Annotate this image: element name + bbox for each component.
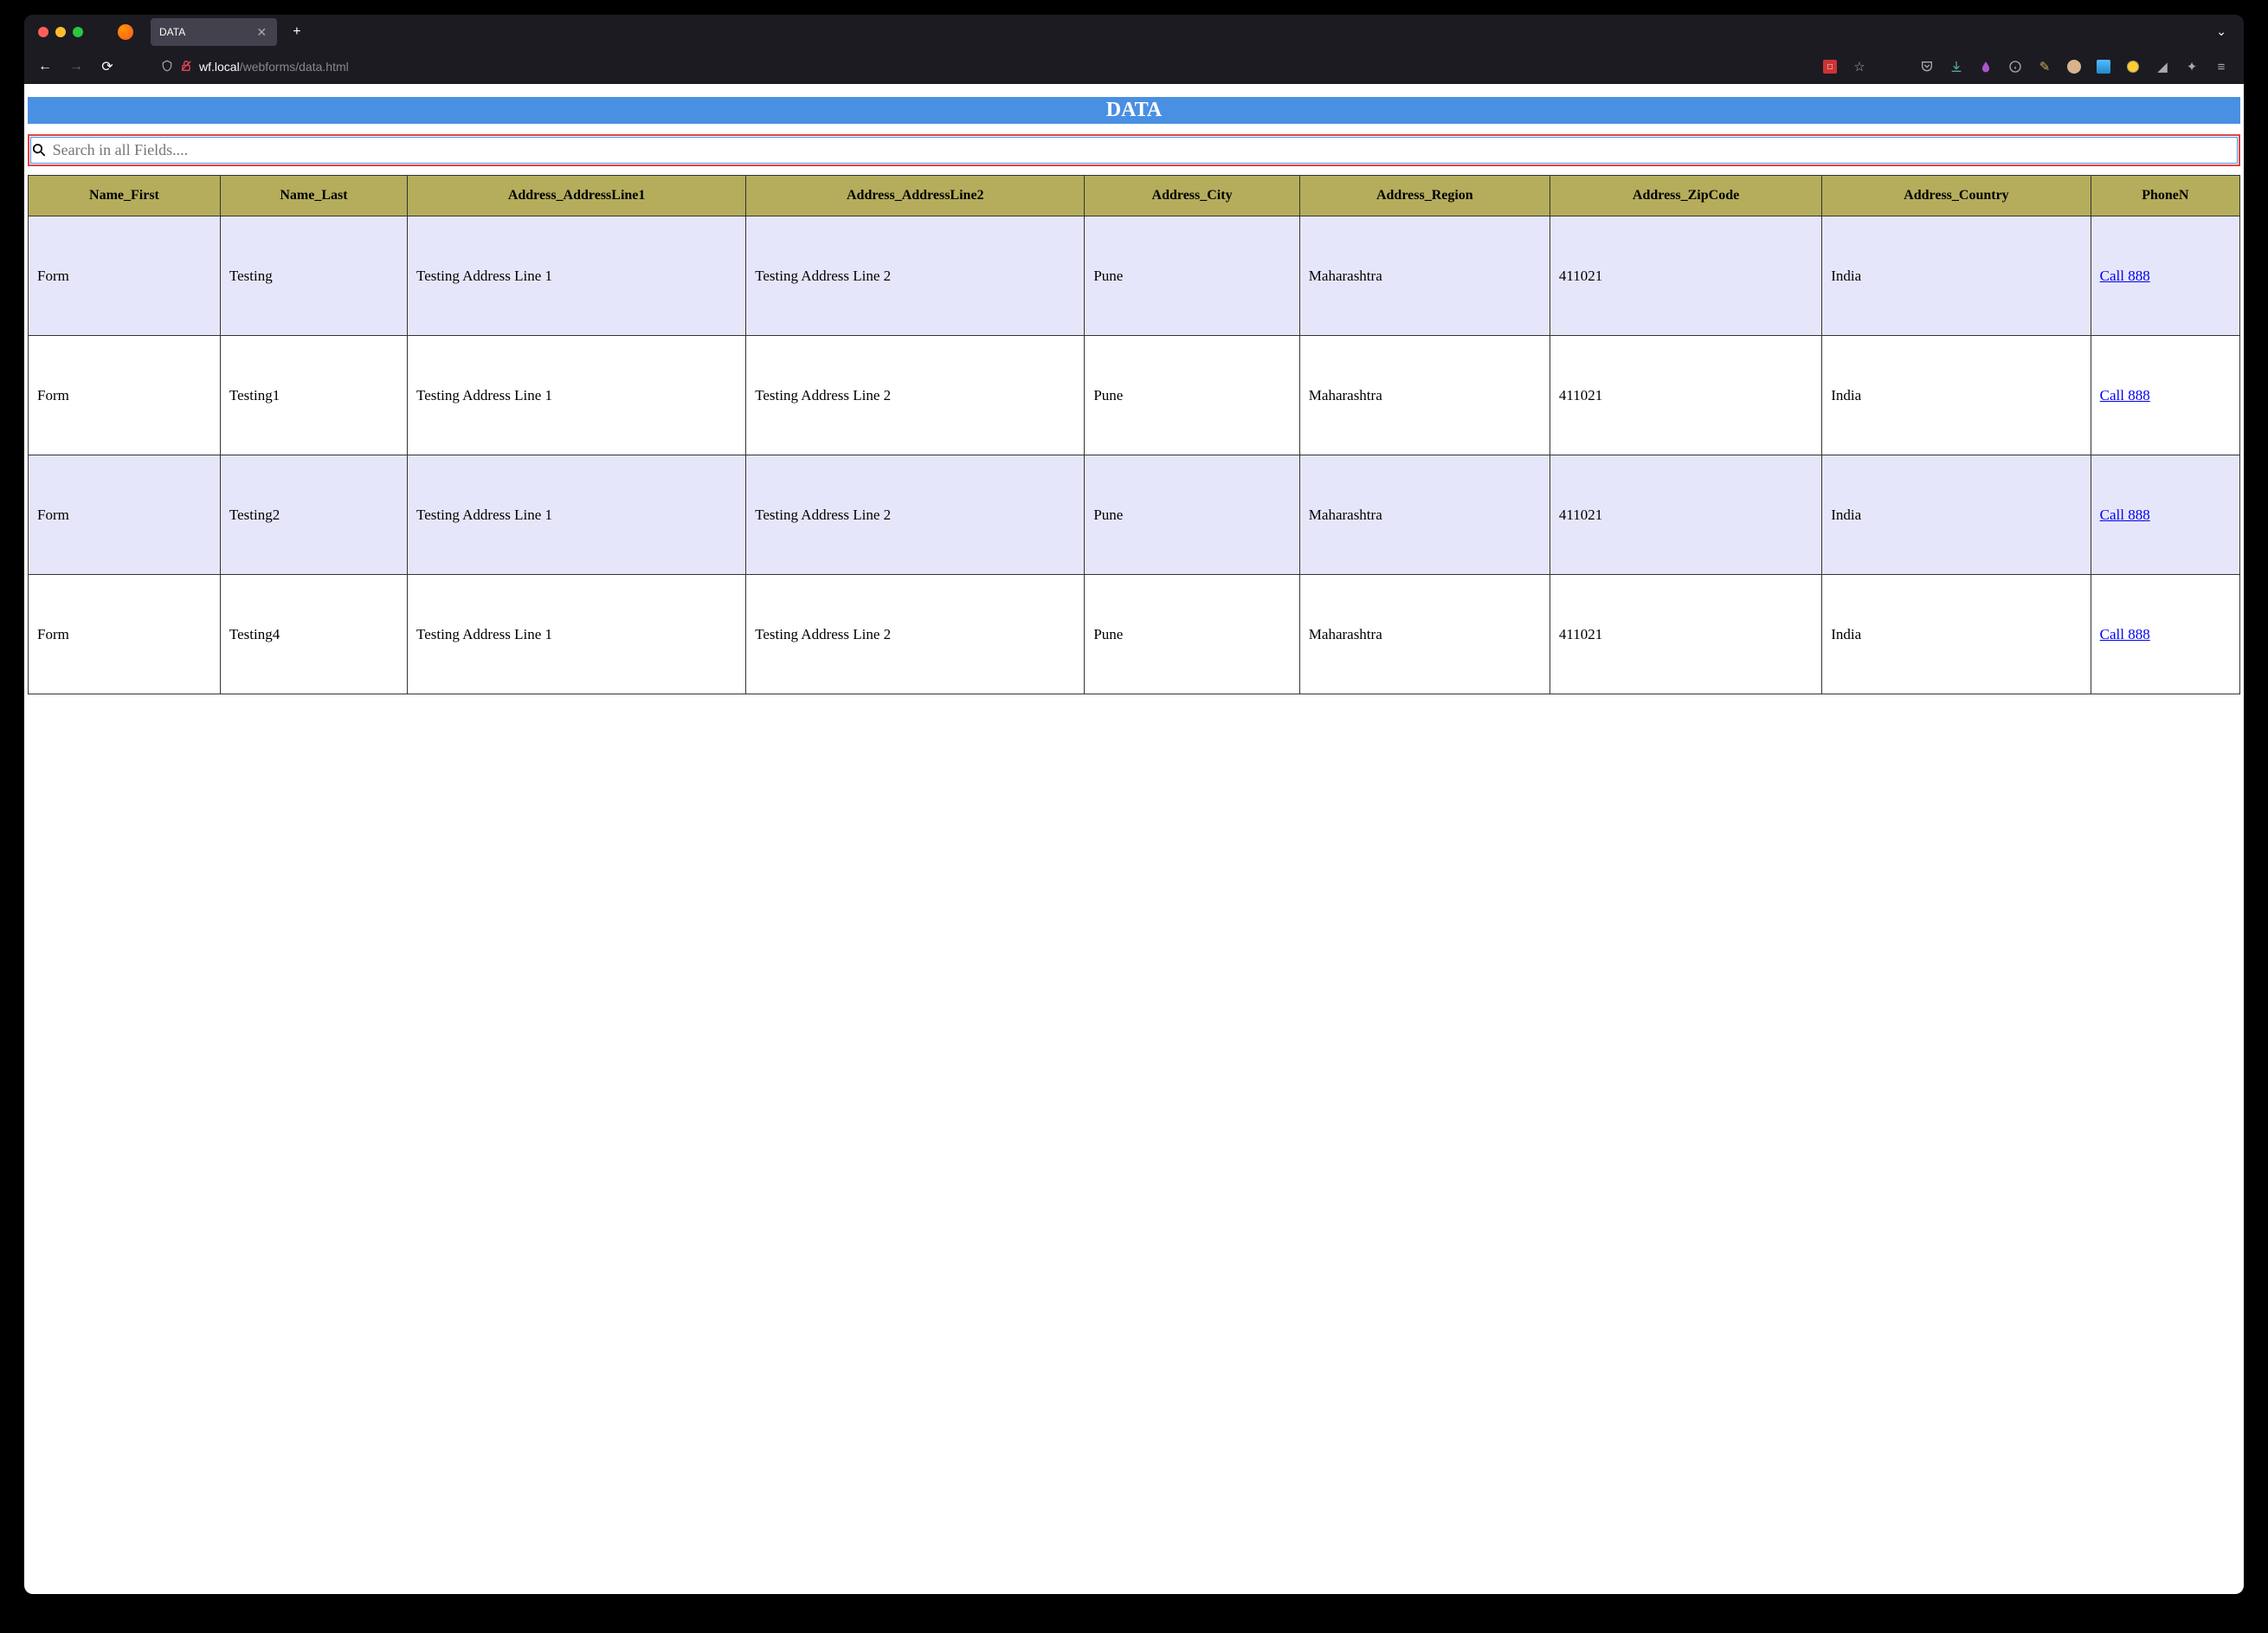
edit-icon[interactable]: ◢	[2154, 58, 2171, 75]
window-controls	[31, 27, 90, 37]
search-input[interactable]	[49, 138, 2235, 163]
cell-city: Pune	[1085, 455, 1299, 575]
face-icon[interactable]	[2065, 58, 2083, 75]
pocket-icon[interactable]	[1918, 58, 1936, 75]
cell-region: Maharashtra	[1299, 216, 1550, 336]
phone-link[interactable]: Call 888	[2100, 387, 2150, 403]
col-zip: Address_ZipCode	[1550, 176, 1821, 216]
cell-phone: Call 888	[2091, 336, 2239, 455]
cell-name-first: Form	[29, 575, 221, 694]
cell-name-first: Form	[29, 336, 221, 455]
phone-link[interactable]: Call 888	[2100, 507, 2150, 523]
phone-link[interactable]: Call 888	[2100, 626, 2150, 642]
close-tab-button[interactable]: ✕	[255, 25, 268, 40]
pencil-icon[interactable]: ✎	[2036, 58, 2053, 75]
firefox-logo-icon	[118, 24, 133, 40]
cell-zip: 411021	[1550, 336, 1821, 455]
close-window-button[interactable]	[38, 27, 48, 37]
new-tab-button[interactable]: +	[284, 24, 309, 40]
url-text: wf.local/webforms/data.html	[199, 60, 349, 74]
table-row: FormTesting2Testing Address Line 1Testin…	[29, 455, 2240, 575]
cell-city: Pune	[1085, 575, 1299, 694]
data-table: Name_First Name_Last Address_AddressLine…	[28, 175, 2240, 694]
menu-icon[interactable]: ≡	[2213, 58, 2230, 75]
col-name-first: Name_First	[29, 176, 221, 216]
search-icon: ⚲	[27, 138, 51, 162]
col-region: Address_Region	[1299, 176, 1550, 216]
cell-addr1: Testing Address Line 1	[408, 216, 746, 336]
col-addr2: Address_AddressLine2	[746, 176, 1085, 216]
forward-button[interactable]: →	[64, 55, 88, 79]
cell-addr2: Testing Address Line 2	[746, 336, 1085, 455]
cell-country: India	[1822, 216, 2091, 336]
puzzle-icon[interactable]: ✦	[2183, 58, 2200, 75]
cell-name-last: Testing	[220, 216, 407, 336]
cell-zip: 411021	[1550, 575, 1821, 694]
cell-city: Pune	[1085, 216, 1299, 336]
cell-name-first: Form	[29, 216, 221, 336]
table-header-row: Name_First Name_Last Address_AddressLine…	[29, 176, 2240, 216]
col-country: Address_Country	[1822, 176, 2091, 216]
phone-link[interactable]: Call 888	[2100, 268, 2150, 284]
search-container: ⚲	[28, 134, 2240, 166]
cell-country: India	[1822, 455, 2091, 575]
cell-addr2: Testing Address Line 2	[746, 575, 1085, 694]
minimize-window-button[interactable]	[55, 27, 66, 37]
extension-drop-icon[interactable]	[1977, 58, 1994, 75]
cell-region: Maharashtra	[1299, 336, 1550, 455]
browser-window: DATA ✕ + ⌄ ← → ⟳ wf.local/webforms/data.…	[24, 15, 2244, 1594]
save-floppy-icon[interactable]	[2095, 58, 2112, 75]
downloads-icon[interactable]	[1948, 58, 1965, 75]
cell-phone: Call 888	[2091, 455, 2239, 575]
col-addr1: Address_AddressLine1	[408, 176, 746, 216]
browser-tab[interactable]: DATA ✕	[151, 18, 277, 46]
tab-bar: DATA ✕ + ⌄	[24, 15, 2244, 49]
cell-phone: Call 888	[2091, 575, 2239, 694]
cell-region: Maharashtra	[1299, 575, 1550, 694]
maximize-window-button[interactable]	[73, 27, 83, 37]
bookmark-star-icon[interactable]: ☆	[1851, 58, 1868, 75]
page-title: DATA	[28, 97, 2240, 124]
cell-zip: 411021	[1550, 216, 1821, 336]
url-path: /webforms/data.html	[240, 60, 349, 74]
url-host: wf.local	[199, 60, 240, 74]
cell-addr2: Testing Address Line 2	[746, 216, 1085, 336]
col-city: Address_City	[1085, 176, 1299, 216]
toolbar-right: □ ☆ ✎ ◢ ✦ ≡	[1821, 58, 2235, 75]
cell-name-last: Testing1	[220, 336, 407, 455]
cell-addr1: Testing Address Line 1	[408, 455, 746, 575]
url-bar[interactable]: wf.local/webforms/data.html	[152, 54, 585, 80]
cell-addr1: Testing Address Line 1	[408, 575, 746, 694]
cell-region: Maharashtra	[1299, 455, 1550, 575]
tab-overflow[interactable]: ⌄	[2216, 24, 2237, 40]
cell-addr2: Testing Address Line 2	[746, 455, 1085, 575]
table-row: FormTesting1Testing Address Line 1Testin…	[29, 336, 2240, 455]
col-name-last: Name_Last	[220, 176, 407, 216]
table-row: FormTesting4Testing Address Line 1Testin…	[29, 575, 2240, 694]
cell-country: India	[1822, 336, 2091, 455]
nav-bar: ← → ⟳ wf.local/webforms/data.html □ ☆	[24, 49, 2244, 84]
extension-icon[interactable]: □	[1821, 58, 1839, 75]
cell-name-first: Form	[29, 455, 221, 575]
col-phone: PhoneN	[2091, 176, 2239, 216]
reload-button[interactable]: ⟳	[95, 55, 119, 79]
cell-country: India	[1822, 575, 2091, 694]
cell-zip: 411021	[1550, 455, 1821, 575]
cell-name-last: Testing4	[220, 575, 407, 694]
cell-name-last: Testing2	[220, 455, 407, 575]
cell-city: Pune	[1085, 336, 1299, 455]
cell-phone: Call 888	[2091, 216, 2239, 336]
tab-title: DATA	[159, 26, 185, 38]
page-content: DATA ⚲ Name_First Name_Last Address_Addr…	[24, 84, 2244, 1594]
info-circle-icon[interactable]	[2007, 58, 2024, 75]
table-row: FormTestingTesting Address Line 1Testing…	[29, 216, 2240, 336]
chevron-down-icon: ⌄	[2216, 24, 2226, 38]
page-badge-icon[interactable]	[2124, 58, 2142, 75]
back-button[interactable]: ←	[33, 55, 57, 79]
cell-addr1: Testing Address Line 1	[408, 336, 746, 455]
shield-icon	[161, 60, 173, 74]
insecure-lock-icon	[180, 60, 192, 74]
